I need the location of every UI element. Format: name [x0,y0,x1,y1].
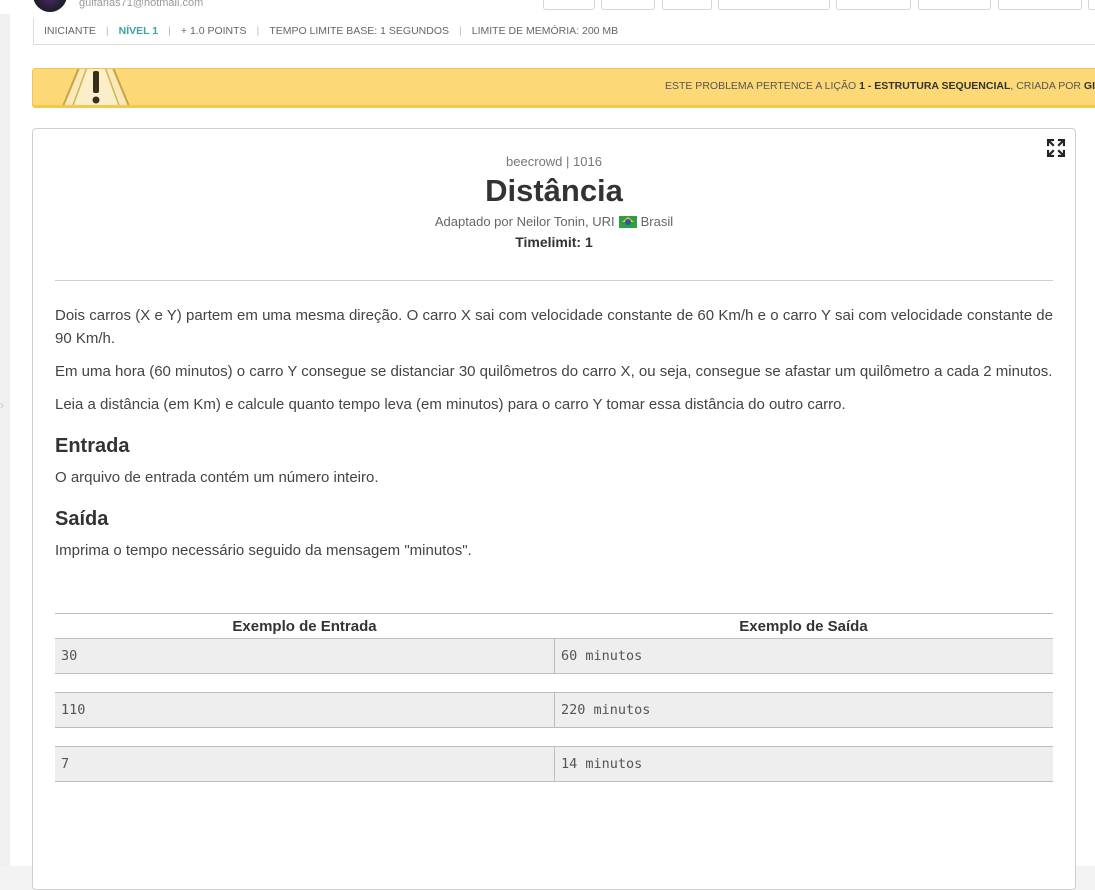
examples-table: Exemplo de Entrada Exemplo de Saída 30 6… [55,613,1053,782]
nav-button-2[interactable] [601,0,655,10]
example-input-cell: 7 [61,756,70,772]
time-limit-label: TEMPO LIMITE BASE: 1 SEGUNDOS [269,25,449,37]
avatar[interactable] [33,0,67,12]
output-description: Imprima o tempo necessário seguido da me… [55,542,472,559]
example-output-header: Exemplo de Saída [739,617,868,635]
problem-info-strip: INICIANTE | NÍVEL 1 | + 1.0 POINTS | TEM… [33,18,1095,45]
examples-header-row: Exemplo de Entrada Exemplo de Saída [55,614,1053,638]
example-row-gap [55,728,1053,746]
input-heading: Entrada [55,435,130,457]
nav-button-7[interactable] [998,0,1082,10]
input-description: O arquivo de entrada contém um número in… [55,469,379,486]
example-output-cell: 60 minutos [554,639,1053,673]
example-row: 30 60 minutos [55,638,1053,674]
left-sidebar-strip: › [0,0,10,866]
brazil-flag-icon [618,215,637,228]
problem-description: Dois carros (X e Y) partem em uma mesma … [55,304,1053,572]
level-label: NÍVEL 1 [118,25,159,37]
problem-title: Distância [485,173,623,208]
warning-triangle-icon [62,69,130,105]
author-link[interactable]: GI [1084,80,1095,92]
points-label: + 1.0 POINTS [180,25,247,37]
output-heading: Saída [55,508,109,530]
lesson-notice-text: ESTE PROBLEMA PERTENCE A LIÇÃO 1 - ESTRU… [664,80,1095,92]
description-paragraph-3: Leia a distância (em Km) e calcule quant… [55,396,846,413]
problem-header: beecrowd | 1016 Distância Adaptado por N… [33,154,1075,250]
problem-provider: beecrowd | 1016 [506,154,602,169]
lesson-link[interactable]: 1 - ESTRUTURA SEQUENCIAL [859,80,1010,92]
lesson-notice-banner: ESTE PROBLEMA PERTENCE A LIÇÃO 1 - ESTRU… [32,68,1095,108]
top-bar: guifarias71@hotmail.com [0,0,1095,14]
example-output-cell: 220 minutos [554,693,1053,727]
memory-limit-label: LIMITE DE MEMÓRIA: 200 MB [471,25,619,37]
nav-button-3[interactable] [662,0,712,10]
example-row-gap [55,674,1053,692]
nav-button-1[interactable] [543,0,595,10]
example-row: 110 220 minutos [55,692,1053,728]
user-email: guifarias71@hotmail.com [79,0,204,9]
example-input-cell: 110 [61,702,86,718]
header-divider [55,280,1053,281]
sidebar-expand-arrow-icon[interactable]: › [0,398,4,412]
country-text: Brasil [640,214,674,230]
example-output-cell: 14 minutos [554,747,1053,781]
example-input-cell: 30 [61,648,78,664]
problem-card: beecrowd | 1016 Distância Adaptado por N… [32,128,1076,890]
adapted-by-line: Adaptado por Neilor Tonin, URI Brasil [33,214,1075,229]
timelimit-label: Timelimit: 1 [515,234,593,251]
nav-button-6[interactable] [918,0,991,10]
example-input-header: Exemplo de Entrada [232,617,377,635]
example-row: 7 14 minutos [55,746,1053,782]
adapted-by-text: Adaptado por Neilor Tonin, URI [434,214,615,230]
category-label: INICIANTE [44,25,96,37]
nav-button-5[interactable] [836,0,911,10]
nav-button-8[interactable] [1088,0,1095,10]
description-paragraph-1: Dois carros (X e Y) partem em uma mesma … [55,307,1053,347]
nav-button-4[interactable] [718,0,830,10]
description-paragraph-2: Em uma hora (60 minutos) o carro Y conse… [55,363,1053,380]
